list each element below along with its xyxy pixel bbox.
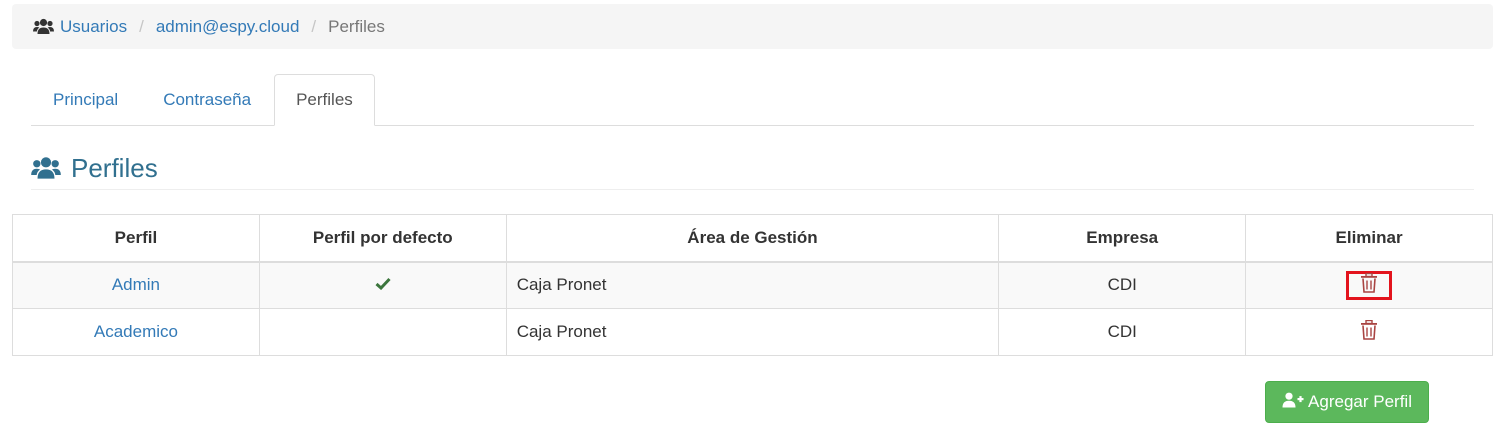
tab-perfiles[interactable]: Perfiles (274, 74, 375, 126)
perfil-cell: Academico (12, 308, 260, 356)
column-header-perfil-por-defecto: Perfil por defecto (258, 214, 507, 263)
profiles-table: Perfil Perfil por defecto Área de Gestió… (12, 214, 1493, 356)
default-cell (258, 308, 507, 356)
tab-bar: Principal Contraseña Perfiles (31, 74, 1474, 126)
area-cell: Caja Pronet (505, 308, 1000, 356)
perfil-link[interactable]: Academico (94, 322, 178, 341)
trash-icon (1360, 272, 1378, 298)
breadcrumb: Usuarios / admin@espy.cloud / Perfiles (12, 4, 1493, 49)
default-cell (258, 261, 507, 309)
delete-button[interactable] (1346, 318, 1392, 347)
perfil-cell: Admin (12, 261, 260, 309)
column-header-perfil: Perfil (12, 214, 260, 263)
delete-button[interactable] (1346, 270, 1393, 300)
breadcrumb-separator: / (139, 16, 144, 36)
column-header-empresa: Empresa (998, 214, 1247, 263)
table-row: Academico Caja Pronet CDI (12, 308, 1493, 356)
add-profile-button[interactable]: Agregar Perfil (1265, 381, 1429, 423)
empresa-cell: CDI (998, 261, 1247, 309)
tab-contrasena[interactable]: Contraseña (141, 74, 273, 125)
trash-icon (1360, 319, 1378, 345)
section-header: Perfiles (31, 147, 1474, 190)
user-plus-icon (1282, 392, 1304, 413)
tab-principal[interactable]: Principal (31, 74, 140, 125)
check-icon (375, 275, 391, 294)
breadcrumb-item-usuarios[interactable]: Usuarios (33, 17, 127, 37)
area-cell: Caja Pronet (505, 261, 1000, 309)
users-icon (33, 18, 54, 35)
column-header-eliminar: Eliminar (1245, 214, 1493, 263)
breadcrumb-link-user[interactable]: admin@espy.cloud (156, 17, 300, 37)
section-title: Perfiles (71, 152, 158, 183)
add-profile-label: Agregar Perfil (1308, 392, 1412, 411)
breadcrumb-link-usuarios[interactable]: Usuarios (60, 17, 127, 37)
breadcrumb-separator: / (311, 16, 317, 36)
users-icon (31, 156, 61, 180)
breadcrumb-current: Perfiles (328, 16, 385, 36)
eliminar-cell (1245, 261, 1493, 309)
table-header-row: Perfil Perfil por defecto Área de Gestió… (12, 214, 1493, 263)
perfil-link[interactable]: Admin (112, 275, 160, 294)
empresa-cell: CDI (998, 308, 1247, 356)
eliminar-cell (1245, 308, 1493, 356)
table-row: Admin Caja Pronet CDI (12, 261, 1493, 309)
column-header-area-de-gestion: Área de Gestión (505, 214, 1000, 263)
